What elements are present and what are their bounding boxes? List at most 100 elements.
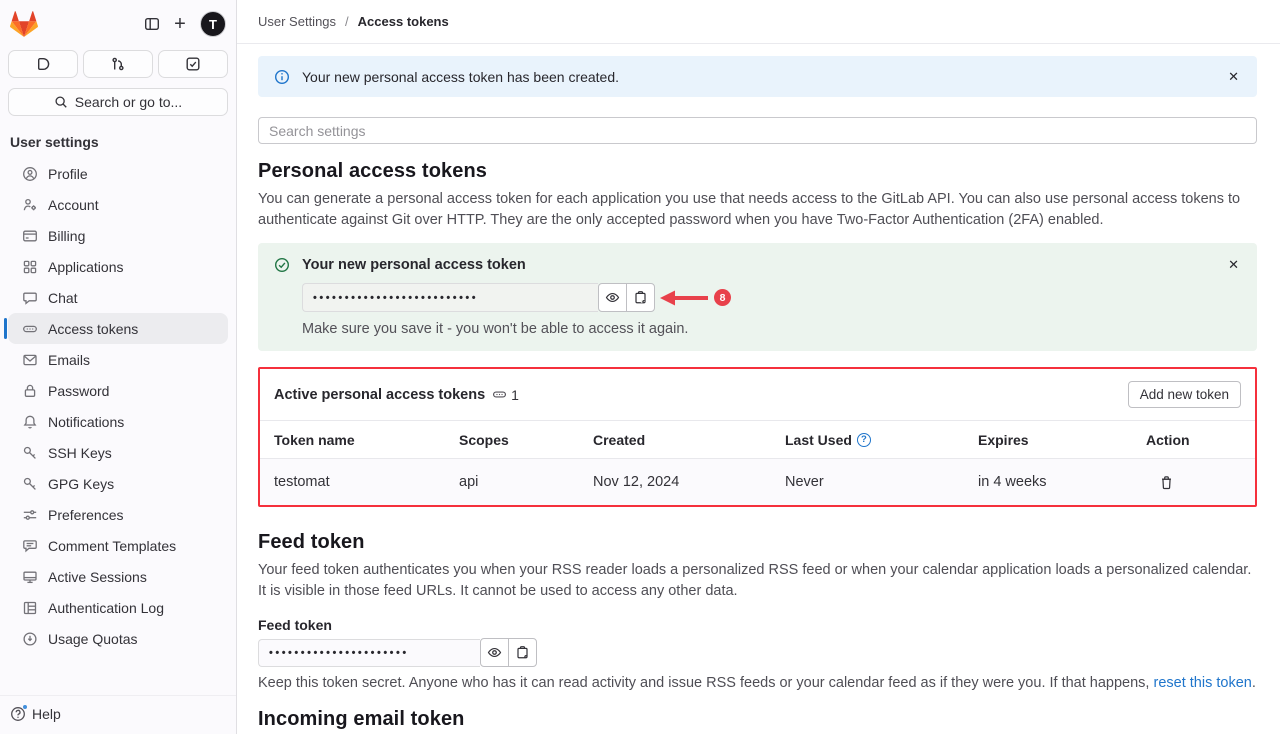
- copy-feed-token-button[interactable]: [508, 638, 537, 667]
- add-new-token-button[interactable]: Add new token: [1128, 381, 1241, 408]
- reset-token-link[interactable]: reset this token: [1154, 675, 1252, 691]
- sidebar-item-ssh-keys[interactable]: SSH Keys: [8, 437, 228, 468]
- sidebar-item-emails[interactable]: Emails: [8, 344, 228, 375]
- sidebar-item-label: Emails: [48, 352, 90, 368]
- app-window: + T: [0, 0, 1280, 734]
- new-token-alert: Your new personal access token ✕ •••••••…: [258, 243, 1257, 351]
- active-tokens-title-text: Active personal access tokens: [274, 387, 485, 403]
- cell-scopes: api: [459, 474, 593, 490]
- comment-template-icon: [22, 538, 38, 554]
- sidebar-toggle-icon[interactable]: [138, 10, 166, 38]
- account-icon: [22, 197, 38, 213]
- sidebar-item-billing[interactable]: Billing: [8, 220, 228, 251]
- sidebar-item-label: Preferences: [48, 507, 123, 523]
- reveal-token-button[interactable]: [598, 283, 627, 312]
- sidebar-item-profile[interactable]: Profile: [8, 158, 228, 189]
- token-count-value: 1: [511, 387, 519, 403]
- gitlab-logo-icon[interactable]: [10, 10, 38, 38]
- annotation-step-badge: 8: [714, 289, 731, 306]
- feed-token-label: Feed token: [258, 617, 1257, 633]
- feed-token-field[interactable]: ••••••••••••••••••••••: [258, 639, 480, 667]
- help-icon: [10, 706, 26, 722]
- sidebar-shortcuts: [0, 44, 236, 78]
- info-banner: Your new personal access token has been …: [258, 56, 1257, 97]
- sidebar-item-label: Comment Templates: [48, 538, 176, 554]
- sidebar-item-label: Authentication Log: [48, 600, 164, 616]
- sidebar-item-access-tokens[interactable]: Access tokens: [8, 313, 228, 344]
- settings-search-input[interactable]: [258, 117, 1257, 144]
- plus-icon: +: [174, 14, 186, 34]
- pat-section-title: Personal access tokens: [258, 160, 1257, 183]
- profile-icon: [22, 166, 38, 182]
- sidebar-item-label: Password: [48, 383, 109, 399]
- sidebar-item-active-sessions[interactable]: Active Sessions: [8, 561, 228, 592]
- check-circle-icon: [274, 257, 290, 273]
- email-icon: [22, 352, 38, 368]
- table-row: testomat api Nov 12, 2024 Never in 4 wee…: [260, 458, 1255, 505]
- sidebar-item-label: Chat: [48, 290, 78, 306]
- sidebar-item-label: SSH Keys: [48, 445, 112, 461]
- key-icon: [22, 476, 38, 492]
- revoke-token-button[interactable]: [1154, 470, 1178, 494]
- sidebar-item-gpg-keys[interactable]: GPG Keys: [8, 468, 228, 499]
- copy-token-button[interactable]: [626, 283, 655, 312]
- new-token-field[interactable]: ••••••••••••••••••••••••••: [302, 283, 598, 312]
- sidebar-item-label: Usage Quotas: [48, 631, 138, 647]
- main-content: User Settings / Access tokens Your new p…: [237, 0, 1280, 734]
- feed-token-row: ••••••••••••••••••••••: [258, 638, 1257, 667]
- applications-icon: [22, 259, 38, 275]
- breadcrumb-separator: /: [345, 14, 349, 29]
- help-button[interactable]: Help: [10, 706, 61, 722]
- copy-clipboard-icon: [515, 645, 530, 660]
- col-token-name: Token name: [274, 432, 459, 448]
- copy-clipboard-icon: [633, 290, 648, 305]
- reveal-feed-token-button[interactable]: [480, 638, 509, 667]
- token-icon: [22, 321, 38, 337]
- sidebar-item-label: GPG Keys: [48, 476, 114, 492]
- sidebar-item-authentication-log[interactable]: Authentication Log: [8, 592, 228, 623]
- create-new-icon[interactable]: +: [166, 10, 194, 38]
- feed-note-text: Keep this token secret. Anyone who has i…: [258, 675, 1154, 691]
- sidebar-item-preferences[interactable]: Preferences: [8, 499, 228, 530]
- step-annotation: 8: [660, 289, 731, 307]
- cell-created: Nov 12, 2024: [593, 474, 785, 490]
- billing-icon: [22, 228, 38, 244]
- active-tokens-title: Active personal access tokens 1: [274, 387, 519, 403]
- global-search-label: Search or go to...: [75, 94, 182, 110]
- help-question-icon[interactable]: ?: [857, 433, 871, 447]
- issues-shortcut-button[interactable]: [8, 50, 78, 78]
- sidebar-item-comment-templates[interactable]: Comment Templates: [8, 530, 228, 561]
- breadcrumb: User Settings / Access tokens: [237, 0, 1280, 44]
- col-scopes: Scopes: [459, 432, 593, 448]
- alert-close-icon[interactable]: ✕: [1226, 256, 1241, 273]
- sidebar-item-account[interactable]: Account: [8, 189, 228, 220]
- sidebar-item-password[interactable]: Password: [8, 375, 228, 406]
- incoming-email-token-title: Incoming email token: [258, 708, 1257, 731]
- sidebar: + T: [0, 0, 237, 734]
- sidebar-item-chat[interactable]: Chat: [8, 282, 228, 313]
- sidebar-item-notifications[interactable]: Notifications: [8, 406, 228, 437]
- pat-section-description: You can generate a personal access token…: [258, 189, 1257, 231]
- quota-icon: [22, 631, 38, 647]
- info-icon: [274, 69, 290, 85]
- token-icon: [492, 387, 507, 402]
- tokens-table-header-row: Token name Scopes Created Last Used ? Ex…: [260, 421, 1255, 458]
- merge-requests-shortcut-button[interactable]: [83, 50, 153, 78]
- global-search-button[interactable]: Search or go to...: [8, 88, 228, 116]
- col-last-used: Last Used ?: [785, 432, 978, 448]
- feed-section-description: Your feed token authenticates you when y…: [258, 560, 1257, 602]
- eye-icon: [605, 290, 620, 305]
- red-arrow-icon: [660, 289, 712, 307]
- banner-close-icon[interactable]: ✕: [1226, 68, 1241, 85]
- incoming-email-token-section: Incoming email token: [258, 708, 1257, 731]
- eye-icon: [487, 645, 502, 660]
- user-avatar[interactable]: T: [200, 11, 226, 37]
- todo-shortcut-button[interactable]: [158, 50, 228, 78]
- sidebar-item-usage-quotas[interactable]: Usage Quotas: [8, 623, 228, 654]
- cell-expires: in 4 weeks: [978, 474, 1146, 490]
- sidebar-item-label: Access tokens: [48, 321, 138, 337]
- sidebar-topbar: + T: [0, 0, 236, 44]
- breadcrumb-user-settings[interactable]: User Settings: [258, 14, 336, 29]
- feed-secret-note: Keep this token secret. Anyone who has i…: [258, 675, 1257, 691]
- sidebar-item-applications[interactable]: Applications: [8, 251, 228, 282]
